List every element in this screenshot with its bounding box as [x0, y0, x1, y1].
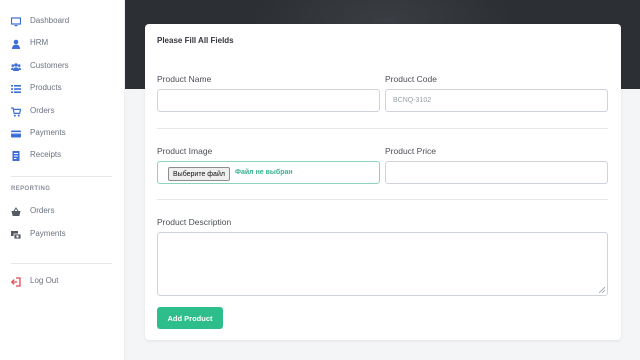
form-divider — [157, 128, 608, 129]
users-icon — [11, 63, 21, 71]
sidebar-item-label: Log Out — [30, 276, 59, 285]
sidebar-item-products[interactable]: Products — [0, 79, 125, 99]
sidebar-item-label: Payments — [30, 128, 66, 137]
add-product-form: Please Fill All Fields Product Name Prod… — [145, 24, 621, 340]
product-code-value: BCNQ-3102 — [393, 97, 432, 104]
sidebar-item-payments[interactable]: Payments — [0, 124, 125, 144]
sidebar-divider — [11, 263, 112, 264]
sidebar-item-reporting-payments[interactable]: Payments — [0, 225, 125, 245]
product-image-input[interactable]: Выберите файл Файл не выбран — [157, 161, 380, 184]
money-icon — [11, 231, 21, 240]
form-title: Please Fill All Fields — [157, 36, 234, 45]
product-price-input[interactable] — [385, 161, 608, 184]
choose-file-button[interactable]: Выберите файл — [168, 167, 230, 181]
add-product-button[interactable]: Add Product — [157, 307, 223, 329]
list-icon — [11, 85, 21, 93]
product-name-label: Product Name — [157, 74, 212, 84]
sidebar-item-label: HRM — [30, 38, 49, 47]
sidebar-item-label: Payments — [30, 229, 66, 238]
cart-icon — [11, 107, 21, 117]
receipt-icon — [12, 151, 20, 161]
sidebar-item-label: Orders — [30, 206, 55, 215]
file-status-text: Файл не выбран — [235, 169, 293, 176]
product-image-label: Product Image — [157, 146, 213, 156]
product-price-label: Product Price — [385, 146, 437, 156]
sidebar: Dashboard HRM Customers Products Orders … — [0, 0, 125, 360]
sidebar-item-label: Orders — [30, 106, 55, 115]
product-description-label: Product Description — [157, 217, 232, 227]
basket-icon — [11, 207, 21, 216]
reporting-section-title: REPORTING — [11, 186, 51, 192]
product-description-textarea[interactable] — [157, 232, 608, 296]
user-icon — [12, 39, 20, 49]
sidebar-item-label: Dashboard — [30, 16, 70, 25]
form-divider — [157, 199, 608, 200]
sidebar-item-logout[interactable]: Log Out — [0, 272, 125, 292]
sidebar-item-label: Receipts — [30, 150, 62, 159]
product-code-label: Product Code — [385, 74, 437, 84]
sidebar-item-reporting-orders[interactable]: Orders — [0, 202, 125, 222]
sidebar-item-label: Customers — [30, 61, 69, 70]
product-name-input[interactable] — [157, 89, 380, 112]
sidebar-item-customers[interactable]: Customers — [0, 57, 125, 77]
sidebar-item-orders[interactable]: Orders — [0, 102, 125, 122]
logout-icon — [11, 277, 21, 287]
sidebar-item-label: Products — [30, 83, 62, 92]
sidebar-item-hrm[interactable]: HRM — [0, 34, 125, 54]
sidebar-divider — [11, 176, 112, 177]
product-code-input[interactable]: BCNQ-3102 — [385, 89, 608, 112]
sidebar-item-receipts[interactable]: Receipts — [0, 146, 125, 166]
monitor-icon — [11, 17, 21, 27]
credit-card-icon — [11, 130, 21, 138]
sidebar-item-dashboard[interactable]: Dashboard — [0, 12, 125, 32]
resize-grip-icon[interactable] — [599, 287, 605, 293]
